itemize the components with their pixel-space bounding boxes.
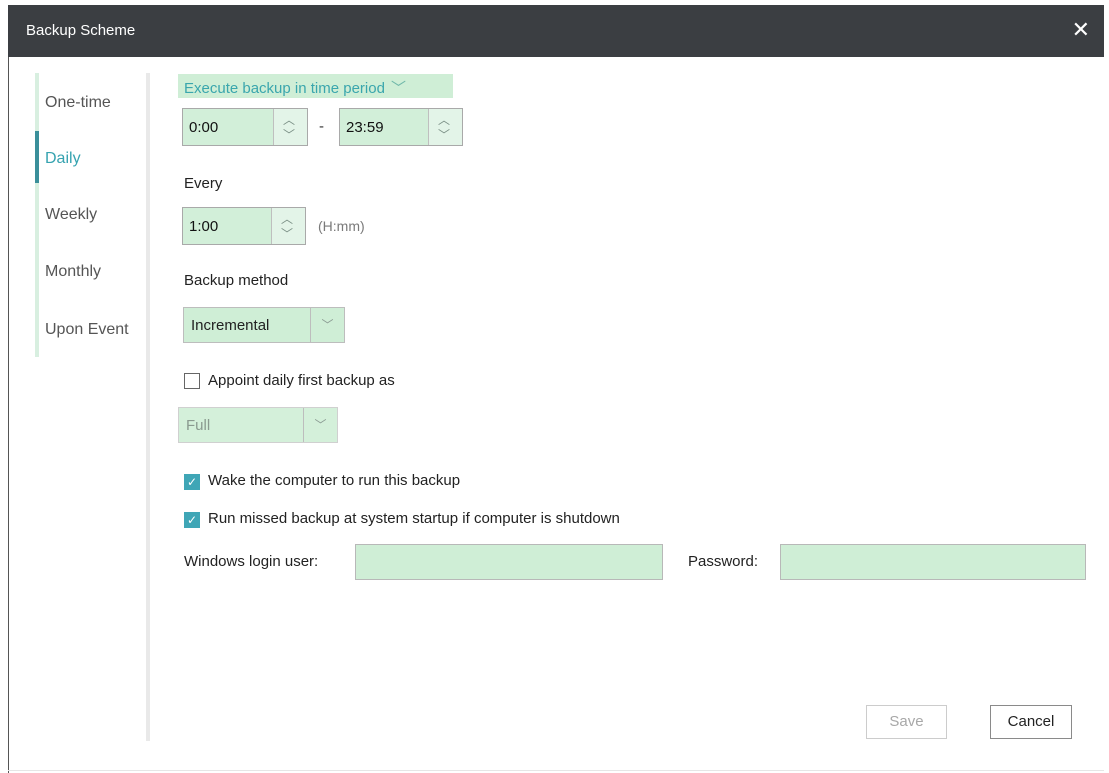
- appoint-first-backup-checkbox[interactable]: [184, 373, 200, 389]
- chevron-down-icon: ﹀: [390, 80, 406, 97]
- sidebar-accent-bar: [35, 73, 39, 357]
- start-time-stepper[interactable]: 0:00 ︿ ﹀: [182, 108, 308, 146]
- end-time-arrows: ︿ ﹀: [428, 109, 462, 145]
- password-input[interactable]: [780, 544, 1086, 580]
- backup-method-label: Backup method: [184, 272, 289, 289]
- end-time-stepper[interactable]: 23:59 ︿ ﹀: [339, 108, 463, 146]
- chevron-down-icon[interactable]: ﹀: [310, 308, 344, 342]
- password-label: Password:: [688, 553, 759, 570]
- run-missed-backup-checkbox[interactable]: ✓: [184, 512, 200, 528]
- decrement-icon[interactable]: ﹀: [281, 225, 293, 242]
- left-border: [8, 57, 9, 773]
- close-icon[interactable]: ✕: [1072, 17, 1090, 43]
- cancel-button[interactable]: Cancel: [990, 705, 1072, 739]
- time-mode-label: Execute backup in time period: [184, 80, 385, 97]
- first-backup-type-select[interactable]: Full ﹀: [178, 407, 338, 443]
- sidebar-item-upon-event[interactable]: Upon Event: [45, 321, 129, 339]
- every-label: Every: [184, 175, 223, 192]
- first-backup-type-value: Full: [186, 417, 211, 434]
- interval-stepper[interactable]: 1:00 ︿ ﹀: [182, 207, 306, 245]
- dialog-title: Backup Scheme: [26, 22, 136, 39]
- chevron-down-icon[interactable]: ﹀: [303, 408, 337, 442]
- sidebar-divider: [146, 73, 150, 741]
- save-button[interactable]: Save: [866, 705, 947, 739]
- decrement-icon[interactable]: ﹀: [438, 126, 450, 143]
- start-time-arrows: ︿ ﹀: [273, 109, 307, 145]
- sidebar-item-daily[interactable]: Daily: [45, 150, 81, 168]
- sidebar-item-weekly[interactable]: Weekly: [45, 206, 97, 224]
- run-missed-backup-label: Run missed backup at system startup if c…: [208, 510, 620, 527]
- decrement-icon[interactable]: ﹀: [283, 126, 295, 143]
- sidebar-item-one-time[interactable]: One-time: [45, 94, 111, 112]
- time-mode-dropdown[interactable]: Execute backup in time period ﹀: [178, 74, 453, 98]
- windows-login-user-label: Windows login user:: [184, 553, 319, 570]
- sidebar-item-monthly[interactable]: Monthly: [45, 263, 101, 281]
- wake-computer-label: Wake the computer to run this backup: [208, 472, 461, 489]
- interval-value: 1:00: [189, 218, 219, 235]
- title-bar: Backup Scheme ✕: [8, 5, 1104, 57]
- start-time-value: 0:00: [189, 119, 219, 136]
- backup-scheme-dialog: Backup Scheme ✕ One-time Daily Weekly Mo…: [0, 0, 1109, 773]
- appoint-first-backup-label: Appoint daily first backup as: [208, 372, 395, 389]
- sidebar-active-indicator: [35, 131, 39, 183]
- wake-computer-checkbox[interactable]: ✓: [184, 474, 200, 490]
- windows-login-user-input[interactable]: [355, 544, 663, 580]
- time-range-separator: -: [319, 118, 324, 135]
- backup-method-value: Incremental: [191, 317, 270, 334]
- end-time-value: 23:59: [346, 119, 384, 136]
- bottom-border: [8, 770, 1104, 771]
- backup-method-select[interactable]: Incremental ﹀: [183, 307, 345, 343]
- interval-arrows: ︿ ﹀: [271, 208, 305, 244]
- interval-hint: (H:mm): [318, 218, 365, 234]
